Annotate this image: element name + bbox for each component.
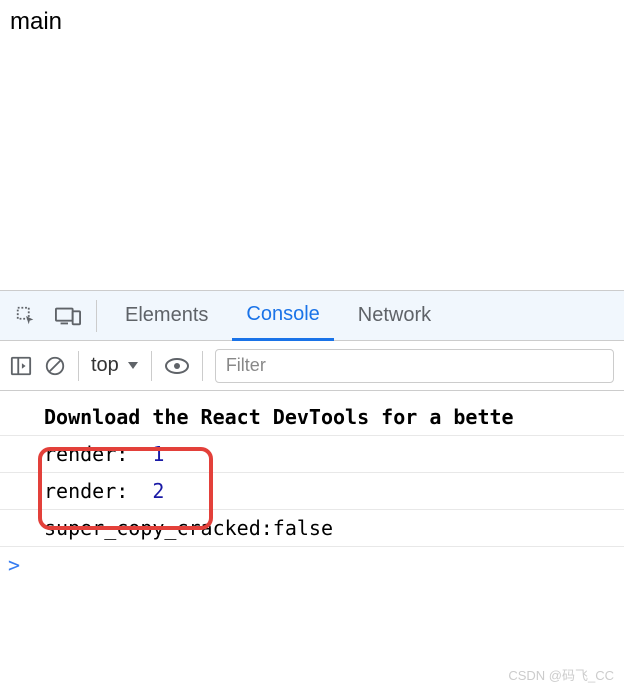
console-log-line: super_copy_cracked:false [0,509,624,546]
devtools-tabs-row: Elements Console Network [0,291,624,341]
prompt-caret-icon: > [8,553,20,577]
page-main-text: main [10,8,62,35]
console-log-line: render: 1 [0,435,624,472]
page-content: main [0,0,624,290]
context-label: top [91,354,119,377]
console-message-hint: Download the React DevTools for a bette [0,399,624,435]
log-label: render: [44,479,128,503]
toolbar-separator [202,351,203,381]
log-value: 2 [152,479,164,503]
tab-elements[interactable]: Elements [111,291,222,341]
toolbar-separator [78,351,79,381]
context-selector[interactable]: top [91,354,139,377]
clear-console-icon[interactable] [44,355,66,377]
chevron-down-icon [127,354,139,377]
tab-console[interactable]: Console [232,291,333,341]
console-toolbar: top [0,341,624,391]
console-output: Download the React DevTools for a bette … [0,391,624,583]
watermark: CSDN @码飞_CC [508,665,614,684]
live-expression-icon[interactable] [164,355,190,377]
devtools-panel: Elements Console Network top [0,290,624,583]
inspect-element-icon[interactable] [10,300,42,332]
console-prompt[interactable]: > [0,546,624,583]
log-label: render: [44,442,128,466]
toolbar-separator [151,351,152,381]
tab-network[interactable]: Network [344,291,445,341]
tab-separator [96,300,97,332]
toggle-sidebar-icon[interactable] [10,355,32,377]
device-toolbar-icon[interactable] [52,300,84,332]
log-value: 1 [152,442,164,466]
console-log-line: render: 2 [0,472,624,509]
filter-input[interactable] [215,349,614,383]
